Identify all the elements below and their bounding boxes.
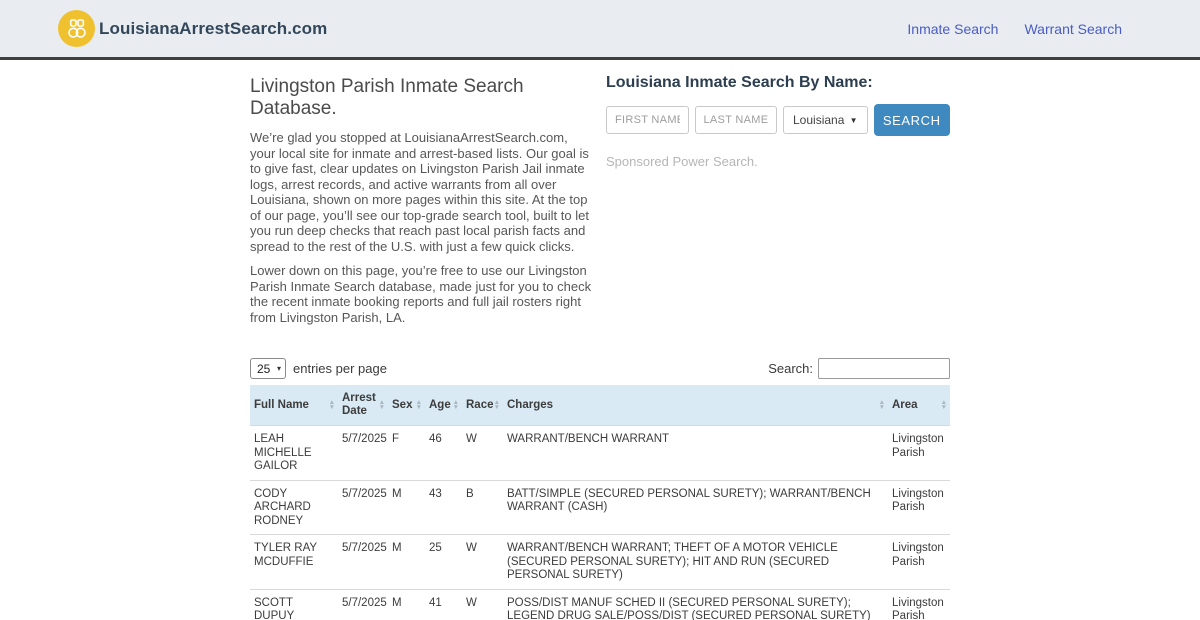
cell-charges: BATT/SIMPLE (SECURED PERSONAL SURETY); W…	[503, 479, 888, 535]
table-row: TYLER RAY MCDUFFIE 5/7/2025 M 25 W WARRA…	[250, 534, 950, 589]
chevron-down-icon: ▼	[849, 115, 858, 125]
search-form-title: Louisiana Inmate Search By Name:	[606, 74, 873, 91]
col-header-full-name[interactable]: Full Name ▲ ▼	[250, 385, 338, 426]
entries-per-page-label: entries per page	[293, 361, 387, 376]
cell-full-name: TYLER RAY MCDUFFIE	[250, 534, 338, 589]
first-name-input[interactable]	[606, 106, 689, 134]
sort-icon[interactable]: ▲ ▼	[494, 399, 500, 411]
cell-arrest-date: 5/7/2025	[338, 425, 388, 480]
cell-full-name: LEAH MICHELLE GAILOR	[250, 425, 338, 480]
cell-area: Livingston Parish	[888, 588, 950, 620]
cell-area: Livingston Parish	[888, 425, 950, 480]
page-size-value: 25	[257, 361, 271, 376]
page-title: Livingston Parish Inmate Search Database…	[250, 76, 524, 119]
table-controls: 25 ▾ entries per page Search:	[250, 358, 950, 379]
cell-age: 46	[425, 425, 462, 480]
sort-icon[interactable]: ▲ ▼	[416, 399, 422, 411]
cell-age: 43	[425, 479, 462, 535]
table-row: SCOTT DUPUY 5/7/2025 M 41 W POSS/DIST MA…	[250, 588, 950, 620]
cell-race: W	[462, 425, 503, 480]
cell-race: W	[462, 534, 503, 589]
logo-handcuffs-icon	[58, 10, 95, 47]
inmates-table: Full Name ▲ ▼ Arrest Date ▲ ▼ Sex ▲ ▼ Age ▲ ▼ Ra…	[250, 385, 950, 620]
cell-age: 25	[425, 534, 462, 589]
cell-sex: M	[388, 588, 425, 620]
cell-arrest-date: 5/7/2025	[338, 588, 388, 620]
intro-paragraph-2: Lower down on this page, you’re free to …	[250, 263, 592, 325]
cell-area: Livingston Parish	[888, 479, 950, 535]
table-search-label: Search:	[768, 361, 813, 376]
table-search-input[interactable]	[818, 358, 950, 379]
sort-icon[interactable]: ▲ ▼	[329, 399, 335, 411]
nav-warrant-search[interactable]: Warrant Search	[1024, 21, 1122, 37]
col-header-charges[interactable]: Charges ▲ ▼	[503, 385, 888, 426]
chevron-down-icon: ▾	[276, 364, 281, 373]
cell-full-name: CODY ARCHARD RODNEY	[250, 479, 338, 535]
col-header-race[interactable]: Race ▲ ▼	[462, 385, 503, 426]
search-form-section: Louisiana Inmate Search By Name: Louisia…	[606, 66, 950, 334]
state-select[interactable]: Louisiana ▼	[783, 106, 868, 134]
sort-icon[interactable]: ▲ ▼	[941, 399, 947, 411]
cell-arrest-date: 5/7/2025	[338, 479, 388, 535]
state-select-value: Louisiana	[793, 113, 845, 127]
cell-charges: POSS/DIST MANUF SCHED II (SECURED PERSON…	[503, 588, 888, 620]
cell-arrest-date: 5/7/2025	[338, 534, 388, 589]
main-content: Livingston Parish Inmate Search Database…	[250, 60, 950, 620]
nav-inmate-search[interactable]: Inmate Search	[907, 21, 998, 37]
col-header-area[interactable]: Area ▲ ▼	[888, 385, 950, 426]
brand[interactable]: LouisianaArrestSearch.com	[58, 10, 327, 47]
table-header-row: Full Name ▲ ▼ Arrest Date ▲ ▼ Sex ▲ ▼ Age ▲ ▼ Ra…	[250, 385, 950, 426]
col-header-arrest-date[interactable]: Arrest Date ▲ ▼	[338, 385, 388, 426]
site-header: LouisianaArrestSearch.com Inmate Search …	[0, 0, 1200, 60]
table-row: LEAH MICHELLE GAILOR 5/7/2025 F 46 W WAR…	[250, 425, 950, 480]
cell-charges: WARRANT/BENCH WARRANT; THEFT OF A MOTOR …	[503, 534, 888, 589]
cell-full-name: SCOTT DUPUY	[250, 588, 338, 620]
cell-sex: M	[388, 534, 425, 589]
site-nav: Inmate Search Warrant Search	[907, 21, 1122, 37]
col-header-sex[interactable]: Sex ▲ ▼	[388, 385, 425, 426]
cell-race: B	[462, 479, 503, 535]
cell-sex: M	[388, 479, 425, 535]
search-form: Louisiana ▼ SEARCH	[606, 104, 950, 136]
col-header-age[interactable]: Age ▲ ▼	[425, 385, 462, 426]
sponsored-text: Sponsored Power Search.	[606, 154, 758, 169]
table-row: CODY ARCHARD RODNEY 5/7/2025 M 43 B BATT…	[250, 479, 950, 535]
intro-section: Livingston Parish Inmate Search Database…	[250, 66, 594, 334]
sort-icon[interactable]: ▲ ▼	[379, 399, 385, 411]
sort-icon[interactable]: ▲ ▼	[879, 399, 885, 411]
last-name-input[interactable]	[694, 106, 777, 134]
search-button[interactable]: SEARCH	[873, 104, 950, 136]
cell-sex: F	[388, 425, 425, 480]
sort-icon[interactable]: ▲ ▼	[453, 399, 459, 411]
intro-paragraph-1: We’re glad you stopped at LouisianaArres…	[250, 130, 589, 254]
page-size-select[interactable]: 25 ▾	[250, 358, 286, 379]
cell-race: W	[462, 588, 503, 620]
brand-title: LouisianaArrestSearch.com	[99, 18, 328, 38]
cell-age: 41	[425, 588, 462, 620]
cell-charges: WARRANT/BENCH WARRANT	[503, 425, 888, 480]
cell-area: Livingston Parish	[888, 534, 950, 589]
